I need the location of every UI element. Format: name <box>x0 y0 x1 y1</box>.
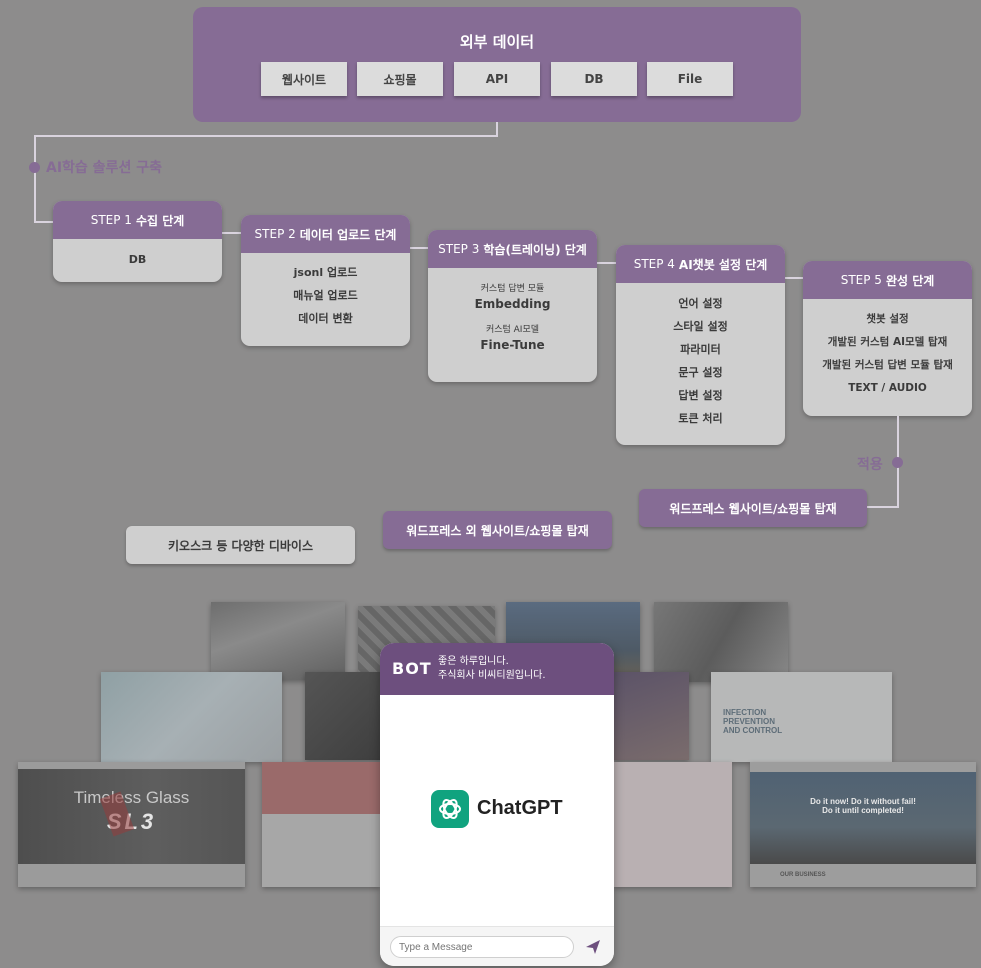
thumbnail-sl3: Timeless Glass SL3 <box>18 762 245 887</box>
step-item: 답변 설정 <box>678 389 723 402</box>
connector-line <box>409 247 429 249</box>
step-number: STEP 5 <box>840 273 882 287</box>
step-3-header: STEP 3 학습(트레이닝) 단계 <box>428 230 597 268</box>
greeting-line-1: 좋은 하루입니다. <box>438 656 509 667</box>
chat-input-bar <box>380 926 614 966</box>
connector-line <box>785 277 804 279</box>
step-item: 파라미터 <box>680 343 721 356</box>
connector-line <box>496 122 498 136</box>
step-item: 언어 설정 <box>678 297 723 310</box>
step-2-header: STEP 2 데이터 업로드 단계 <box>241 215 410 253</box>
step-title: 완성 단계 <box>885 273 935 288</box>
step-item: TEXT / AUDIO <box>848 382 927 394</box>
step-item: DB <box>128 253 147 266</box>
source-shoppingmall: 쇼핑몰 <box>357 62 443 96</box>
connector-line <box>866 506 899 508</box>
step-number: STEP 3 <box>438 242 480 256</box>
apply-label: 적용 <box>857 457 883 473</box>
connector-line <box>34 221 54 223</box>
external-data-box: 외부 데이터 웹사이트 쇼핑몰 API DB File <box>193 7 801 122</box>
step-2-card: STEP 2 데이터 업로드 단계 jsonl 업로드 매뉴얼 업로드 데이터 … <box>241 215 410 346</box>
step-number: STEP 1 <box>90 213 132 227</box>
step-item: 챗봇 설정 <box>866 313 909 325</box>
infection-text: INFECTION PREVENTION AND CONTROL <box>723 708 783 735</box>
ai-label-dot <box>29 162 40 173</box>
step-item: 문구 설정 <box>678 366 723 379</box>
thumbnail-dark <box>305 672 383 760</box>
step-item: 데이터 변환 <box>298 312 353 325</box>
step-4-card: STEP 4 AI챗봇 설정 단계 언어 설정 스타일 설정 파라미터 문구 설… <box>616 245 785 445</box>
thumbnail-electronics <box>262 762 380 887</box>
step-item: jsonl 업로드 <box>293 266 358 279</box>
apply-dot <box>892 457 903 468</box>
step-item-main: Fine-Tune <box>480 338 545 352</box>
chatgpt-label: ChatGPT <box>477 797 563 819</box>
step-item: 개발된 커스텀 AI모델 탑재 <box>827 336 948 348</box>
step-title: 학습(트레이닝) 단계 <box>483 242 587 257</box>
bot-logo: BOT <box>392 659 432 678</box>
step-item: 토큰 처리 <box>678 412 723 425</box>
thumbnail-architecture <box>654 602 788 682</box>
deploy-wordpress: 워드프레스 웹사이트/쇼핑몰 탑재 <box>639 489 867 527</box>
step-number: STEP 2 <box>254 227 296 241</box>
business-slogan: Do it now! Do it without fail! Do it unt… <box>810 797 916 815</box>
thumbnail-business: Do it now! Do it without fail! Do it unt… <box>750 762 976 887</box>
step-5-header: STEP 5 완성 단계 <box>803 261 972 299</box>
step-title: AI챗봇 설정 단계 <box>678 257 768 272</box>
thumbnail-couple <box>101 672 282 762</box>
external-data-title: 외부 데이터 <box>459 33 535 51</box>
source-api: API <box>454 62 540 96</box>
source-file: File <box>647 62 733 96</box>
step-item: 스타일 설정 <box>673 320 728 333</box>
connector-line <box>34 135 36 223</box>
step-title: 데이터 업로드 단계 <box>299 227 397 242</box>
greeting-line-2: 주식회사 비씨티원입니다. <box>438 670 546 681</box>
step-1-card: STEP 1 수집 단계 DB <box>53 201 222 282</box>
chatbot-widget: BOT 좋은 하루입니다. 주식회사 비씨티원입니다. ChatGPT <box>380 643 614 966</box>
thumbnail-shop <box>614 762 732 887</box>
step-item-main: Embedding <box>474 297 551 311</box>
source-website: 웹사이트 <box>261 62 347 96</box>
connector-line <box>222 232 242 234</box>
step-item: 매뉴얼 업로드 <box>293 289 358 302</box>
step-item: 개발된 커스텀 답변 모듈 탑재 <box>822 359 953 371</box>
sl3-headline: Timeless Glass <box>73 788 190 807</box>
send-icon[interactable] <box>584 938 602 956</box>
step-5-card: STEP 5 완성 단계 챗봇 설정 개발된 커스텀 AI모델 탑재 개발된 커… <box>803 261 972 416</box>
deploy-other-web: 워드프레스 외 웹사이트/쇼핑몰 탑재 <box>383 511 612 549</box>
connector-line <box>597 262 617 264</box>
thumbnail-chair <box>614 672 689 760</box>
deploy-kiosk: 키오스크 등 다양한 디바이스 <box>126 526 355 564</box>
step-item-sub: 커스텀 답변 모듈 <box>480 284 545 294</box>
business-section-title: OUR BUSINESS <box>780 872 826 878</box>
thumbnail-building <box>211 602 345 680</box>
step-1-header: STEP 1 수집 단계 <box>53 201 222 239</box>
thumbnail-infection: INFECTION PREVENTION AND CONTROL <box>711 672 892 762</box>
source-db: DB <box>551 62 637 96</box>
chat-header: BOT 좋은 하루입니다. 주식회사 비씨티원입니다. <box>380 643 614 695</box>
message-input[interactable] <box>390 936 574 958</box>
step-title: 수집 단계 <box>135 213 185 228</box>
step-item-sub: 커스텀 AI모델 <box>485 325 540 335</box>
step-3-card: STEP 3 학습(트레이닝) 단계 커스텀 답변 모듈 Embedding 커… <box>428 230 597 382</box>
ai-solution-label: AI학습 솔루션 구축 <box>46 160 162 176</box>
connector-line <box>34 135 498 137</box>
step-number: STEP 4 <box>633 257 675 271</box>
step-4-header: STEP 4 AI챗봇 설정 단계 <box>616 245 785 283</box>
chatgpt-logo-icon <box>431 790 469 828</box>
chat-greeting: 좋은 하루입니다. 주식회사 비씨티원입니다. <box>438 655 546 683</box>
